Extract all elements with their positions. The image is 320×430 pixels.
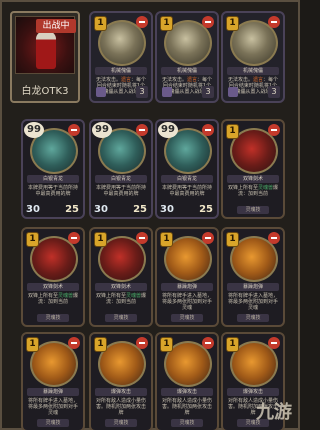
card-blade-3[interactable]: 1 双锋剑术 双锋上所有至灵魂兽爆流：加到当前 灵魂技 — [89, 227, 153, 327]
remove-icon[interactable] — [202, 124, 214, 136]
hero-figure — [36, 31, 56, 69]
hero-name: 白龙OTK3 — [21, 86, 69, 97]
card-name: 机械傀儡 — [227, 67, 279, 75]
card-desc: 对所有敌人造成小量伤害。随机附加两张攻击牌 — [95, 398, 146, 416]
type-icon — [228, 87, 238, 97]
card-stat: 3 — [268, 86, 280, 98]
card-name: 双锋剑术 — [227, 175, 279, 183]
card-name: 白银青龙 — [161, 175, 213, 183]
remove-icon[interactable] — [268, 124, 280, 136]
cost-badge: 1 — [226, 16, 239, 31]
cost-badge: 1 — [94, 16, 107, 31]
card-dragon-3[interactable]: 99 白银青龙 本牌费用等于当前所持中最高费用的牌 30 25 — [155, 119, 219, 219]
card-mech-puppet-3[interactable]: 1 机械傀儡 无法攻击。遗言：每个回合结束时随机将1个傀儡从置入战场 3 — [221, 11, 285, 103]
card-bomb-3[interactable]: 1 暴躁炮弹 将所有牌手进入墓地，将最多两张附加到对手灵魂 灵魂技 — [21, 332, 85, 430]
card-dragon-1[interactable]: 99 白银青龙 本牌费用等于当前所持中最高费用的牌 30 25 — [21, 119, 85, 219]
card-desc: 将所有牌手进入墓地，将最多两张附加到对手灵魂 — [27, 398, 78, 416]
card-name: 爆弹攻击 — [227, 388, 279, 396]
card-name: 双锋剑术 — [95, 283, 147, 291]
card-footer: 灵魂技 — [171, 314, 203, 322]
card-desc: 将所有牌手进入墓地，将最多两张附加到对手灵魂 — [161, 293, 212, 311]
health-stat: 25 — [199, 204, 213, 215]
card-footer: 灵魂技 — [37, 314, 69, 322]
card-desc: 双锋上所有至灵魂兽爆流：加到当前 — [227, 185, 279, 197]
card-blast-2[interactable]: 1 爆弹攻击 对所有敌人造成小量伤害。随机附加两张攻击牌 灵魂技 — [155, 332, 219, 430]
cost-badge: 1 — [26, 232, 39, 247]
remove-icon[interactable] — [202, 337, 214, 349]
card-name: 暴躁炮弹 — [27, 388, 79, 396]
cost-badge: 1 — [94, 232, 107, 247]
card-name: 暴躁炮弹 — [227, 283, 279, 291]
card-footer: 灵魂技 — [105, 419, 137, 427]
card-stat: 3 — [202, 86, 214, 98]
card-name: 爆弹攻击 — [95, 388, 147, 396]
health-stat: 25 — [133, 204, 147, 215]
card-bomb-1[interactable]: 1 暴躁炮弹 将所有牌手进入墓地，将最多两张附加到对手灵魂 灵魂技 — [155, 227, 219, 327]
card-footer: 灵魂技 — [237, 314, 269, 322]
remove-icon[interactable] — [268, 16, 280, 28]
cost-badge: 1 — [160, 232, 173, 247]
remove-icon[interactable] — [68, 337, 80, 349]
cost-badge: 1 — [94, 337, 107, 352]
card-name: 暴躁炮弹 — [161, 283, 213, 291]
card-footer: 灵魂技 — [105, 314, 137, 322]
card-desc: 对所有敌人造成小量伤害。随机附加两张攻击牌 — [161, 398, 212, 416]
attack-stat: 30 — [94, 204, 108, 215]
cost-badge: 1 — [226, 337, 239, 352]
card-footer: 灵魂技 — [37, 419, 69, 427]
remove-icon[interactable] — [136, 124, 148, 136]
attack-stat: 30 — [160, 204, 174, 215]
card-footer: 灵魂技 — [171, 419, 203, 427]
remove-icon[interactable] — [68, 232, 80, 244]
remove-icon[interactable] — [268, 232, 280, 244]
card-desc: 将所有牌手进入墓地，将最多两张附加到对手灵魂 — [227, 293, 278, 311]
status-tag: 出战中 — [36, 19, 76, 33]
hero-card[interactable]: 出战中 白龙OTK3 — [10, 11, 80, 103]
cost-badge: 1 — [226, 232, 239, 247]
card-blade-2[interactable]: 1 双锋剑术 双锋上所有至灵魂兽爆流：加到当前 灵魂技 — [21, 227, 85, 327]
cost-badge: 1 — [226, 124, 239, 139]
card-mech-puppet-1[interactable]: 1 机械傀儡 无法攻击。遗言：每个回合结束时随机将1个傀儡从置入战场 3 — [89, 11, 153, 103]
card-name: 白银青龙 — [27, 175, 79, 183]
card-dragon-2[interactable]: 99 白银青龙 本牌费用等于当前所持中最高费用的牌 30 25 — [89, 119, 153, 219]
remove-icon[interactable] — [136, 232, 148, 244]
card-blast-1[interactable]: 1 爆弹攻击 对所有敌人造成小量伤害。随机附加两张攻击牌 灵魂技 — [89, 332, 153, 430]
cost-badge: 99 — [158, 122, 178, 138]
card-desc: 双锋上所有至灵魂兽爆流：加到当前 — [27, 293, 79, 305]
remove-icon[interactable] — [68, 124, 80, 136]
remove-icon[interactable] — [136, 16, 148, 28]
remove-icon[interactable] — [202, 16, 214, 28]
cost-badge: 1 — [26, 337, 39, 352]
card-blade-1[interactable]: 1 双锋剑术 双锋上所有至灵魂兽爆流：加到当前 灵魂技 — [221, 119, 285, 219]
card-mech-puppet-2[interactable]: 1 机械傀儡 无法攻击。遗言：每个回合结束时随机将1个傀儡从置入战场 3 — [155, 11, 219, 103]
card-name: 白银青龙 — [95, 175, 147, 183]
card-name: 机械傀儡 — [95, 67, 147, 75]
remove-icon[interactable] — [268, 337, 280, 349]
card-stat: 3 — [136, 86, 148, 98]
card-desc: 本牌费用等于当前所持中最高费用的牌 — [27, 185, 78, 197]
attack-stat: 30 — [26, 204, 40, 215]
card-desc: 双锋上所有至灵魂兽爆流：加到当前 — [95, 293, 147, 305]
card-footer: 灵魂技 — [237, 206, 269, 214]
type-icon — [96, 87, 106, 97]
cost-badge: 1 — [160, 16, 173, 31]
cost-badge: 1 — [160, 337, 173, 352]
card-bomb-2[interactable]: 1 暴躁炮弹 将所有牌手进入墓地，将最多两张附加到对手灵魂 灵魂技 — [221, 227, 285, 327]
remove-icon[interactable] — [202, 232, 214, 244]
card-desc: 本牌费用等于当前所持中最高费用的牌 — [95, 185, 146, 197]
card-name: 双锋剑术 — [27, 283, 79, 291]
card-name: 爆弹攻击 — [161, 388, 213, 396]
card-name: 机械傀儡 — [161, 67, 213, 75]
health-stat: 25 — [65, 204, 79, 215]
card-desc: 本牌费用等于当前所持中最高费用的牌 — [161, 185, 212, 197]
type-icon — [162, 87, 172, 97]
cost-badge: 99 — [24, 122, 44, 138]
deck-screen: 出战中 白龙OTK3 1 机械傀儡 无法攻击。遗言：每个回合结束时随机将1个傀儡… — [0, 0, 300, 430]
watermark-logo: 九游 — [256, 402, 292, 423]
cost-badge: 99 — [92, 122, 112, 138]
remove-icon[interactable] — [136, 337, 148, 349]
